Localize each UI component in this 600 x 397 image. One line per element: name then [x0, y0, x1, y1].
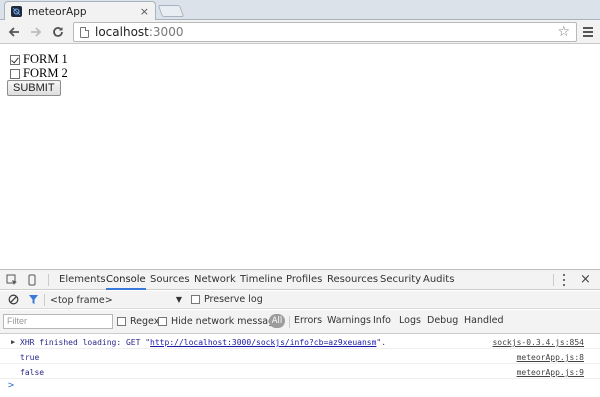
toolbar-divider [553, 274, 554, 286]
submit-button[interactable]: SUBMIT [7, 80, 61, 96]
toolbar-divider [289, 316, 290, 328]
xhr-message-prefix: XHR finished loading: GET " [20, 338, 151, 347]
regex-checkbox[interactable] [117, 317, 126, 326]
frame-select-value: <top frame> [50, 294, 113, 306]
console-source-link[interactable]: meteorApp.js:8 [517, 353, 584, 362]
console-message-text: false [20, 368, 45, 377]
level-handled[interactable]: Handled [464, 315, 504, 326]
frame-select[interactable]: <top frame> ▼ [50, 293, 184, 307]
browser-menu-icon[interactable] [581, 23, 595, 41]
form2-option[interactable]: FORM 2 [10, 66, 68, 81]
preserve-log-option[interactable]: Preserve log [191, 294, 263, 305]
bookmark-star-icon[interactable]: ☆ [557, 24, 570, 40]
console-prompt[interactable]: > [8, 380, 14, 391]
console-message: ▶ XHR finished loading: GET "http://loca… [0, 335, 600, 349]
regex-label: Regex [130, 316, 160, 327]
console-message-text: XHR finished loading: GET "http://localh… [20, 338, 386, 347]
back-button[interactable] [5, 23, 23, 41]
reload-button[interactable] [49, 23, 67, 41]
new-tab-button[interactable] [157, 5, 185, 17]
tab-elements[interactable]: Elements [59, 270, 106, 290]
tab-resources[interactable]: Resources [327, 270, 378, 290]
address-bar[interactable]: localhost:3000 ☆ [73, 22, 577, 42]
browser-toolbar: localhost:3000 ☆ [0, 20, 600, 44]
level-warnings[interactable]: Warnings [327, 315, 371, 326]
console-message: false meteorApp.js:9 [0, 365, 600, 379]
expand-triangle-icon[interactable]: ▶ [11, 338, 15, 346]
preserve-log-checkbox[interactable] [191, 295, 200, 304]
console-source-link[interactable]: meteorApp.js:9 [517, 368, 584, 377]
devtools-tab-bar: Elements Console Sources Network Timelin… [0, 270, 600, 290]
tab-security[interactable]: Security [380, 270, 421, 290]
forward-button[interactable] [27, 23, 45, 41]
xhr-message-suffix: ". [376, 338, 387, 347]
xhr-url-link[interactable]: http://localhost:3000/sockjs/info?cb=az9… [150, 338, 376, 347]
chevron-down-icon: ▼ [175, 295, 182, 304]
filter-funnel-icon[interactable] [28, 294, 39, 305]
form2-label: FORM 2 [23, 66, 68, 80]
console-toolbar: <top frame> ▼ Preserve log [0, 291, 600, 309]
form1-checkbox[interactable] [10, 54, 20, 65]
toolbar-divider [44, 294, 45, 306]
reload-icon [53, 27, 63, 37]
tab-title: meteorApp [28, 5, 87, 18]
regex-option[interactable]: Regex [117, 316, 159, 327]
console-source-link[interactable]: sockjs-0.3.4.js:854 [492, 338, 584, 347]
form2-checkbox[interactable] [10, 68, 20, 79]
preserve-log-label: Preserve log [204, 294, 263, 305]
devtools-panel: Elements Console Sources Network Timelin… [0, 269, 600, 397]
hide-network-label: Hide network messages [171, 316, 285, 327]
inspect-element-icon[interactable] [6, 274, 18, 286]
tab-network[interactable]: Network [194, 270, 236, 290]
forward-arrow-icon [31, 27, 42, 37]
tab-close-icon[interactable]: × [140, 5, 149, 18]
page-content: FORM 1 FORM 2 SUBMIT [0, 45, 600, 269]
url-host: localhost [95, 25, 149, 39]
url-port: :3000 [148, 25, 184, 39]
console-filter-bar: Filter Regex Hide network messages All E… [0, 310, 600, 334]
device-mode-icon[interactable] [26, 274, 38, 286]
hide-network-checkbox[interactable] [158, 317, 167, 326]
browser-tab-strip: meteorApp × [0, 0, 600, 21]
clear-console-icon[interactable] [8, 294, 19, 305]
tab-console[interactable]: Console [106, 270, 146, 290]
console-message: true meteorApp.js:8 [0, 350, 600, 364]
form1-option[interactable]: FORM 1 [10, 52, 68, 67]
level-info[interactable]: Info [373, 315, 391, 326]
page-icon [80, 26, 89, 38]
browser-tab[interactable]: meteorApp × [4, 1, 156, 21]
tab-audits[interactable]: Audits [423, 270, 454, 290]
toolbar-divider [48, 274, 49, 286]
console-filter-input[interactable]: Filter [3, 314, 113, 329]
console-output: ▶ XHR finished loading: GET "http://loca… [0, 335, 600, 397]
level-logs[interactable]: Logs [399, 315, 421, 326]
devtools-close-icon[interactable]: × [580, 272, 591, 287]
level-errors[interactable]: Errors [294, 315, 322, 326]
console-message-text: true [20, 353, 40, 362]
form1-label: FORM 1 [23, 52, 68, 66]
tab-timeline[interactable]: Timeline [240, 270, 283, 290]
back-arrow-icon [8, 27, 19, 37]
level-debug[interactable]: Debug [427, 315, 458, 326]
devtools-menu-icon[interactable] [562, 274, 566, 286]
level-all-button[interactable]: All [269, 314, 285, 328]
hide-network-option[interactable]: Hide network messages [158, 316, 285, 327]
tab-profiles[interactable]: Profiles [286, 270, 322, 290]
meteor-favicon-icon [11, 6, 22, 17]
tab-sources[interactable]: Sources [150, 270, 190, 290]
